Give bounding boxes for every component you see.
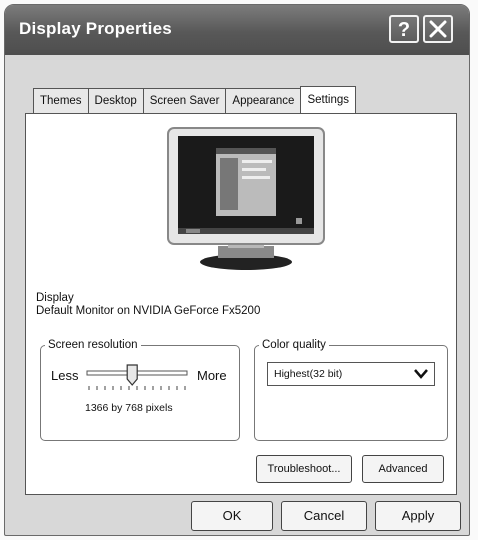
troubleshoot-button[interactable]: Troubleshoot...	[256, 455, 352, 483]
color-quality-value: Highest(32 bit)	[274, 368, 343, 380]
help-icon: ?	[397, 19, 411, 41]
display-device: Default Monitor on NVIDIA GeForce Fx5200	[36, 305, 261, 317]
help-button[interactable]: ?	[389, 15, 419, 43]
less-label: Less	[51, 368, 79, 383]
advanced-button[interactable]: Advanced	[362, 455, 444, 483]
tab-appearance[interactable]: Appearance	[225, 88, 302, 113]
color-quality-legend: Color quality	[259, 338, 329, 352]
tab-settings[interactable]: Settings	[300, 86, 357, 113]
tab-strip: Themes Desktop Screen Saver Appearance S…	[33, 85, 357, 113]
screen-resolution-group: Screen resolution Less More 1366 by 768 …	[40, 338, 240, 441]
close-button[interactable]	[423, 15, 453, 43]
resolution-slider[interactable]	[85, 360, 189, 400]
window-title: Display Properties	[19, 19, 172, 38]
ok-button[interactable]: OK	[191, 501, 273, 531]
tab-desktop[interactable]: Desktop	[87, 88, 144, 113]
slider-thumb[interactable]	[126, 364, 138, 386]
more-label: More	[197, 368, 227, 383]
slider-ticks	[88, 386, 186, 390]
display-label: Display	[36, 292, 74, 304]
color-quality-group: Color quality Highest(32 bit)	[254, 338, 448, 441]
apply-button[interactable]: Apply	[375, 501, 461, 531]
title-bar[interactable]: Display Properties ?	[5, 5, 469, 55]
monitor-preview-icon	[167, 127, 325, 270]
cancel-button[interactable]: Cancel	[281, 501, 367, 531]
display-properties-window: Display Properties ? Themes Desktop Scre…	[4, 4, 470, 536]
screen-resolution-legend: Screen resolution	[45, 338, 141, 352]
settings-panel: Display Default Monitor on NVIDIA GeForc…	[25, 113, 457, 495]
close-icon	[429, 20, 447, 38]
tab-screen-saver[interactable]: Screen Saver	[142, 88, 227, 113]
chevron-down-icon[interactable]	[414, 369, 428, 379]
tab-themes[interactable]: Themes	[33, 88, 89, 113]
color-quality-select[interactable]: Highest(32 bit)	[267, 362, 435, 386]
resolution-value: 1366 by 768 pixels	[85, 402, 173, 414]
